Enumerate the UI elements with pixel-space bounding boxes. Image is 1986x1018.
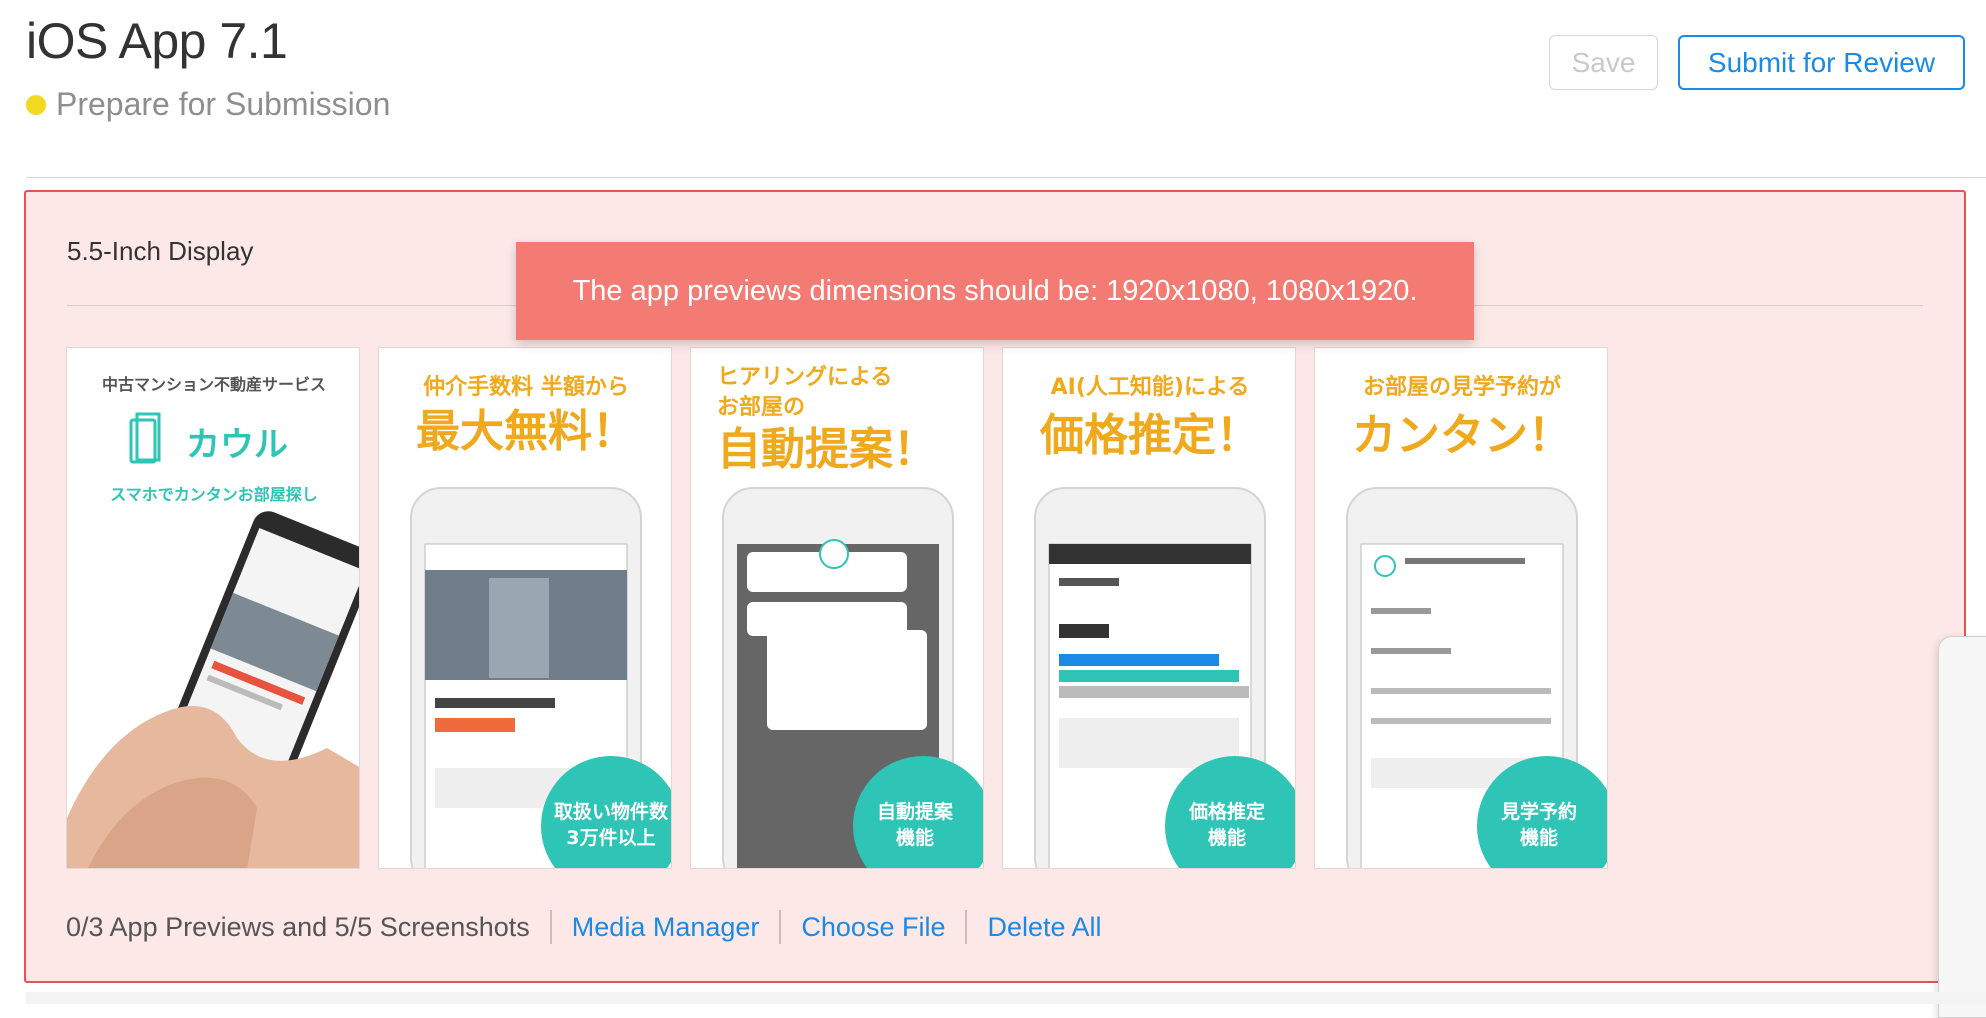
shot1-brand: カウル xyxy=(186,425,288,465)
shot5-line-1: お部屋の見学予約が xyxy=(1363,374,1561,400)
assistant-avatar-icon xyxy=(819,539,849,569)
shot1-line-3: スマホでカンタンお部屋探し xyxy=(110,485,318,504)
shot5-badge-1: 見学予約 xyxy=(1501,800,1577,823)
media-count: 0/3 App Previews and 5/5 Screenshots xyxy=(66,911,530,942)
error-toast: The app previews dimensions should be: 1… xyxy=(516,242,1474,340)
bottom-section-edge xyxy=(26,992,1986,1004)
shot4-badge-1: 価格推定 xyxy=(1188,800,1265,823)
shot1-line-1: 中古マンション不動産サービス xyxy=(102,375,326,394)
app-version-title: iOS App 7.1 xyxy=(26,13,288,69)
submission-status: Prepare for Submission xyxy=(26,86,390,123)
display-size-heading: 5.5-Inch Display xyxy=(67,236,254,266)
assistant-avatar-icon xyxy=(1374,555,1396,577)
shot3-badge-1: 自動提案 xyxy=(877,800,954,823)
shot3-line-2: お部屋の xyxy=(717,394,805,420)
shot2-line-2: 最大無料！ xyxy=(416,406,636,457)
screenshot-thumbnail-1[interactable]: 中古マンション不動産サービス カウル スマホでカンタンお部屋探し xyxy=(66,347,360,869)
choose-file-link[interactable]: Choose File xyxy=(801,912,945,943)
status-label: Prepare for Submission xyxy=(56,86,391,122)
footer-separator xyxy=(779,910,782,944)
save-button[interactable]: Save xyxy=(1549,35,1658,90)
shot5-line-2: カンタン！ xyxy=(1352,410,1572,461)
shot2-line-1: 仲介手数料 半額から xyxy=(423,374,629,400)
shot4-line-1: AI(人工知能)による xyxy=(1051,374,1250,400)
media-manager-link[interactable]: Media Manager xyxy=(572,912,760,943)
screenshot-thumbnail-4[interactable]: AI(人工知能)による 価格推定！ 価格推定 機能 xyxy=(1002,347,1296,869)
shot3-line-3: 自動提案！ xyxy=(717,424,937,475)
screenshot-thumbnail-5[interactable]: お部屋の見学予約が カンタン！ 見学予約 機能 xyxy=(1314,347,1608,869)
shot2-badge-2: 3万件以上 xyxy=(566,826,655,849)
submit-for-review-button[interactable]: Submit for Review xyxy=(1678,35,1965,90)
side-popover xyxy=(1938,636,1986,1018)
screenshot-thumbnail-2[interactable]: 仲介手数料 半額から 最大無料！ 取扱い物件数 3万件以上 xyxy=(378,347,672,869)
footer-separator xyxy=(965,910,968,944)
shot3-line-1: ヒアリングによる xyxy=(717,364,892,390)
shot3-badge-2: 機能 xyxy=(896,826,934,849)
header-divider xyxy=(26,177,1986,178)
status-dot-icon xyxy=(26,94,46,115)
shot5-badge-2: 機能 xyxy=(1520,826,1558,849)
delete-all-link[interactable]: Delete All xyxy=(987,912,1101,943)
media-footer: 0/3 App Previews and 5/5 Screenshots Med… xyxy=(66,910,1102,944)
shot2-badge-1: 取扱い物件数 xyxy=(554,800,669,823)
footer-separator xyxy=(549,910,552,944)
shot4-line-2: 価格推定！ xyxy=(1039,410,1260,461)
screenshot-thumbnail-3[interactable]: ヒアリングによる お部屋の 自動提案！ 自動提案 機能 xyxy=(690,347,984,869)
shot4-badge-2: 機能 xyxy=(1208,826,1246,849)
